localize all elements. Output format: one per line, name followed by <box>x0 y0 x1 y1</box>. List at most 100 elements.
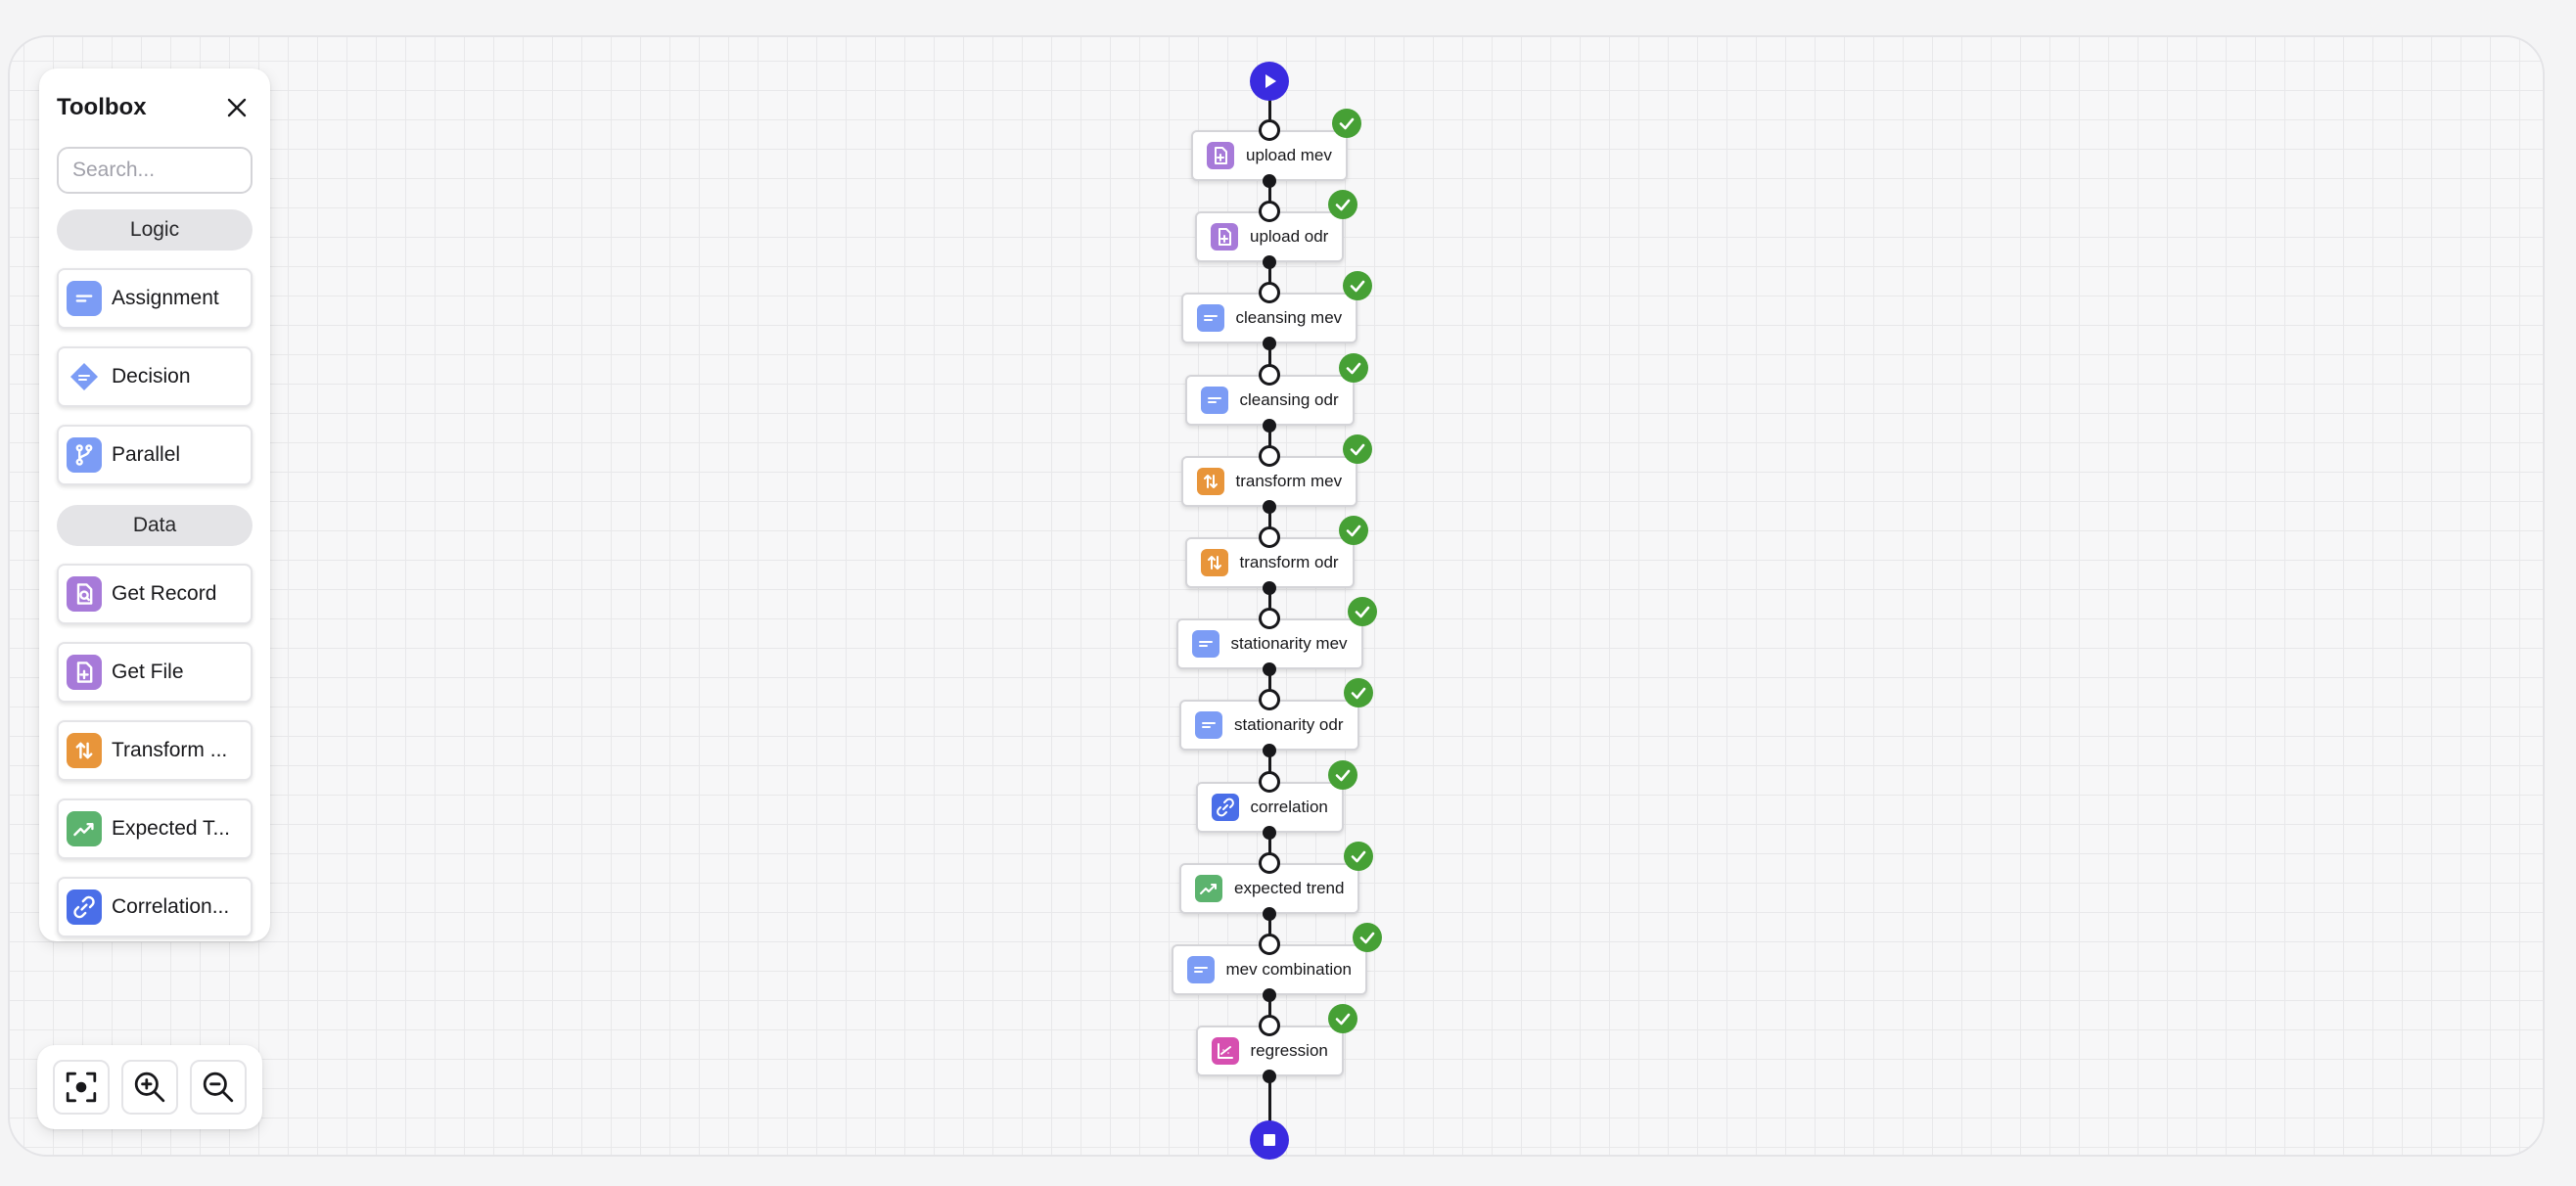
assignment-icon <box>1196 304 1224 333</box>
check-icon <box>1344 358 1363 378</box>
flow-node-label: cleansing mev <box>1235 308 1343 328</box>
input-port[interactable] <box>1259 526 1280 548</box>
output-port[interactable] <box>1263 906 1276 921</box>
status-badge <box>1332 109 1361 138</box>
tool-item-label: Transform ... <box>112 739 228 761</box>
trend-icon <box>1195 874 1222 902</box>
assignment-icon <box>67 281 102 316</box>
status-badge <box>1338 516 1368 545</box>
status-badge <box>1347 597 1377 627</box>
status-badge <box>1327 759 1357 790</box>
transform-icon <box>67 733 102 768</box>
check-icon <box>1353 602 1372 621</box>
output-port[interactable] <box>1263 499 1276 514</box>
check-icon <box>1333 1009 1353 1028</box>
section-header-logic: Logic <box>57 209 253 251</box>
check-icon <box>1333 195 1353 214</box>
tool-item-label: Expected T... <box>112 817 231 840</box>
play-icon <box>1260 71 1279 91</box>
status-badge <box>1344 841 1373 871</box>
toolbox-header: Toolbox <box>57 68 253 147</box>
section-header-data: Data <box>57 505 253 546</box>
stop-icon <box>1260 1130 1279 1150</box>
tool-item-label: Parallel <box>112 443 181 466</box>
get-file-icon <box>67 655 102 690</box>
tool-item-label: Get File <box>112 661 184 683</box>
input-port[interactable] <box>1259 444 1280 467</box>
regression-icon <box>1211 1037 1239 1066</box>
get-record-icon <box>67 576 102 612</box>
assignment-icon <box>1195 711 1222 740</box>
zoom-controls <box>37 1045 262 1129</box>
check-icon <box>1337 114 1357 133</box>
flow-node-label: transform mev <box>1235 471 1343 490</box>
get-file-icon <box>1207 142 1234 169</box>
check-icon <box>1348 439 1367 459</box>
output-port[interactable] <box>1263 988 1276 1002</box>
check-icon <box>1344 521 1363 540</box>
assignment-icon <box>1186 956 1215 983</box>
tool-item-label: Get Record <box>112 582 217 605</box>
flow-node-label: cleansing odr <box>1239 389 1339 409</box>
output-port[interactable] <box>1263 581 1276 595</box>
transform-icon <box>1196 467 1224 495</box>
tool-item-get-file[interactable]: Get File <box>57 642 253 703</box>
flow-node-label: regression <box>1250 1041 1328 1061</box>
check-icon <box>1357 928 1377 947</box>
start-node[interactable] <box>1250 62 1289 101</box>
input-port[interactable] <box>1259 119 1280 141</box>
status-badge <box>1342 433 1372 464</box>
flow-node-label: stationarity mev <box>1230 634 1348 654</box>
tool-item-label: Correlation... <box>112 895 230 918</box>
flow-node-label: upload mev <box>1246 146 1332 164</box>
output-port[interactable] <box>1263 825 1276 840</box>
input-port[interactable] <box>1259 363 1280 386</box>
input-port[interactable] <box>1259 934 1280 955</box>
toolbox-title: Toolbox <box>57 94 147 120</box>
check-icon <box>1348 276 1367 296</box>
check-icon <box>1333 765 1353 785</box>
flow-node-label: transform odr <box>1239 553 1339 571</box>
decision-icon <box>67 359 102 394</box>
toolbox-panel: Toolbox Logic Assignment Decision Parallel D… <box>39 68 270 941</box>
tool-item-parallel[interactable]: Parallel <box>57 425 253 485</box>
focus-icon <box>65 1071 98 1104</box>
tool-item-decision[interactable]: Decision <box>57 346 253 407</box>
assignment-icon <box>1200 386 1228 414</box>
close-toolbox-button[interactable] <box>221 92 253 123</box>
zoom-in-button[interactable] <box>121 1060 178 1115</box>
flow-node-label: upload odr <box>1250 227 1329 247</box>
input-port[interactable] <box>1259 770 1280 793</box>
status-badge <box>1338 352 1368 383</box>
tool-item-transform[interactable]: Transform ... <box>57 720 253 781</box>
parallel-icon <box>67 437 102 473</box>
transform-icon <box>1200 549 1228 576</box>
toolbox-search-input[interactable] <box>57 147 253 194</box>
link-icon <box>67 890 102 925</box>
tool-item-expected-t[interactable]: Expected T... <box>57 798 253 859</box>
fit-view-button[interactable] <box>53 1060 110 1115</box>
input-port[interactable] <box>1259 851 1280 874</box>
zoom-out-button[interactable] <box>190 1060 247 1115</box>
zoom-in-icon <box>133 1071 166 1104</box>
tool-item-correlation[interactable]: Correlation... <box>57 877 253 937</box>
status-badge <box>1342 271 1372 301</box>
tool-item-label: Decision <box>112 365 191 388</box>
flow-node-label: expected trend <box>1234 878 1345 897</box>
toolbox-sections: Logic Assignment Decision Parallel Data Get R… <box>57 209 253 937</box>
status-badge <box>1327 1004 1357 1034</box>
output-port[interactable] <box>1263 174 1276 188</box>
get-file-icon <box>1211 223 1238 251</box>
tool-item-get-record[interactable]: Get Record <box>57 564 253 624</box>
link-icon <box>1211 793 1239 821</box>
check-icon <box>1349 683 1368 703</box>
flow-node-label: correlation <box>1250 797 1328 816</box>
status-badge <box>1352 923 1382 952</box>
output-port[interactable] <box>1263 418 1276 433</box>
trend-icon <box>67 811 102 846</box>
status-badge <box>1328 190 1357 220</box>
assignment-icon <box>1191 630 1219 659</box>
tool-item-label: Assignment <box>112 287 219 309</box>
end-node[interactable] <box>1250 1120 1289 1161</box>
tool-item-assignment[interactable]: Assignment <box>57 268 253 329</box>
